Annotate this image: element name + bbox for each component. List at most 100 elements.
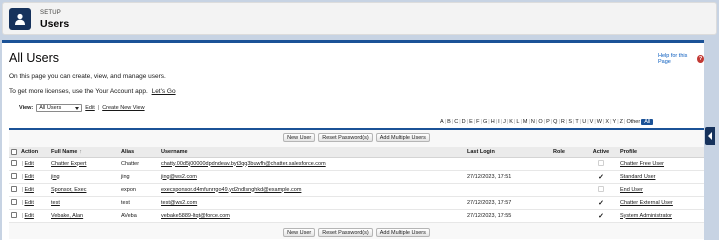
alias-cell: AVeba <box>119 209 159 223</box>
profile-link[interactable]: System Administrator <box>620 213 672 219</box>
last-login-cell: 27/12/2023, 17:57 <box>465 196 551 210</box>
bottom-button-row: New User Reset Password(s) Add Multiple … <box>9 228 704 237</box>
reset-passwords-button[interactable]: Reset Password(s) <box>318 133 373 142</box>
row-checkbox[interactable] <box>11 199 17 206</box>
col-full-name[interactable]: Full Name ↑ <box>49 147 119 158</box>
edit-link[interactable]: Edit <box>24 161 33 167</box>
col-last-login[interactable]: Last Login <box>465 147 551 158</box>
chevron-left-icon <box>708 132 712 140</box>
alias-cell: jing <box>119 170 159 184</box>
help-icon: ? <box>697 55 704 63</box>
setup-header: SETUP Users <box>2 2 717 35</box>
new-user-button-bottom[interactable]: New User <box>283 228 316 237</box>
last-login-cell <box>465 157 551 171</box>
username-cell: chatty.00d5j00000dpdndeav.byt3qq3buwfh@c… <box>159 157 465 171</box>
full-name-link[interactable]: test <box>51 200 60 206</box>
licenses-message: To get more licenses, use the Your Accou… <box>9 88 148 95</box>
role-cell <box>551 196 584 210</box>
action-cell: |Edit <box>19 209 49 223</box>
username-cell: jing@ws2.com <box>159 170 465 184</box>
edit-view-link[interactable]: Edit <box>85 105 94 111</box>
table-row: |Edit Vebake, Alan AVeba vebake5889-ltqt… <box>9 209 704 223</box>
create-new-view-link[interactable]: Create New View <box>102 105 144 111</box>
top-button-row: New User Reset Password(s) Add Multiple … <box>9 133 704 142</box>
username-link[interactable]: chatty.00d5j00000dpdndeav.byt3qq3buwfh@c… <box>161 161 326 167</box>
last-login-cell <box>465 183 551 197</box>
table-row: |Edit jing jing jing@ws2.com 27/12/2023,… <box>9 170 704 184</box>
alias-cell: test <box>119 196 159 210</box>
last-login-cell: 27/12/2023, 17:51 <box>465 170 551 184</box>
view-separator: | <box>97 105 100 111</box>
row-checkbox[interactable] <box>11 173 17 180</box>
role-cell <box>551 157 584 171</box>
row-select-cell <box>9 170 19 184</box>
lets-go-link[interactable]: Let's Go <box>152 88 176 95</box>
username-link[interactable]: execsponsor.d4mfunrrgo49.yd2ndlsnghkd@ex… <box>161 187 301 193</box>
full-name-cell: Vebake, Alan <box>49 209 119 223</box>
header-eyebrow: SETUP <box>40 10 62 16</box>
add-multiple-users-button-bottom[interactable]: Add Multiple Users <box>375 228 430 237</box>
edit-link[interactable]: Edit <box>24 187 33 193</box>
row-checkbox[interactable] <box>11 160 17 167</box>
last-login-cell: 27/12/2023, 17:55 <box>465 209 551 223</box>
full-name-link[interactable]: jing <box>51 174 60 180</box>
col-full-name-label: Full Name <box>51 148 78 155</box>
users-icon <box>9 8 31 30</box>
alpha-filter-other[interactable]: Other <box>626 119 640 125</box>
add-multiple-users-button[interactable]: Add Multiple Users <box>375 133 430 142</box>
row-checkbox[interactable] <box>11 212 17 219</box>
edit-link[interactable]: Edit <box>24 200 33 206</box>
profile-link[interactable]: Chatter Free User <box>620 161 664 167</box>
action-cell: |Edit <box>19 196 49 210</box>
col-role[interactable]: Role <box>551 147 584 158</box>
username-link[interactable]: vebake5889-ltqt@force.com <box>161 213 230 219</box>
col-alias[interactable]: Alias <box>119 147 159 158</box>
header-title: Users <box>40 18 70 30</box>
username-link[interactable]: test@ws2.com <box>161 200 197 206</box>
inactive-checkbox <box>598 186 604 193</box>
select-all-checkbox[interactable] <box>11 148 17 155</box>
username-link[interactable]: jing@ws2.com <box>161 174 197 180</box>
profile-link[interactable]: Standard User <box>620 174 655 180</box>
full-name-link[interactable]: Sponsor, Exec <box>51 187 86 193</box>
main-card: All Users Help for this Page ? On this p… <box>2 40 704 240</box>
active-check-icon: ✓ <box>598 173 604 181</box>
table-row: |Edit Chatter Expert Chatter chatty.00d5… <box>9 157 704 171</box>
row-select-cell <box>9 196 19 210</box>
col-profile[interactable]: Profile <box>618 147 704 158</box>
full-name-link[interactable]: Vebake, Alan <box>51 213 83 219</box>
col-action: Action <box>19 147 49 158</box>
page-title: All Users <box>9 51 60 65</box>
row-select-cell <box>9 209 19 223</box>
active-cell: ✓ <box>584 170 618 184</box>
profile-link[interactable]: Chatter External User <box>620 200 673 206</box>
alphabet-filter: A | B | C | D | E | F | G | H | I | J | K | L | M | N | O | P | Q | R | S | T |… <box>440 119 654 125</box>
users-table: Action Full Name ↑ Alias Username Last Lo… <box>9 147 704 223</box>
row-checkbox[interactable] <box>11 186 17 193</box>
new-user-button[interactable]: New User <box>283 133 316 142</box>
view-label: View: <box>19 105 34 111</box>
side-panel-toggle[interactable] <box>705 127 715 145</box>
sort-ascending-icon: ↑ <box>79 148 83 155</box>
full-name-cell: Sponsor, Exec <box>49 183 119 197</box>
intro-text: On this page you can create, view, and m… <box>9 73 166 80</box>
profile-cell: Standard User <box>618 170 704 184</box>
col-username[interactable]: Username <box>159 147 465 158</box>
reset-passwords-button-bottom[interactable]: Reset Password(s) <box>318 228 373 237</box>
username-cell: vebake5889-ltqt@force.com <box>159 209 465 223</box>
profile-link[interactable]: End User <box>620 187 643 193</box>
username-cell: test@ws2.com <box>159 196 465 210</box>
role-cell <box>551 209 584 223</box>
edit-link[interactable]: Edit <box>24 213 33 219</box>
col-active[interactable]: Active <box>584 147 618 158</box>
help-link[interactable]: Help for this Page ? <box>658 53 704 65</box>
alpha-filter-all[interactable]: All <box>641 119 654 125</box>
profile-cell: Chatter Free User <box>618 157 704 171</box>
row-select-cell <box>9 157 19 171</box>
full-name-cell: test <box>49 196 119 210</box>
table-row: |Edit Sponsor, Exec expon execsponsor.d4… <box>9 183 704 197</box>
view-select[interactable]: All Users <box>36 104 83 112</box>
username-cell: execsponsor.d4mfunrrgo49.yd2ndlsnghkd@ex… <box>159 183 465 197</box>
edit-link[interactable]: Edit <box>24 174 33 180</box>
full-name-link[interactable]: Chatter Expert <box>51 161 86 167</box>
